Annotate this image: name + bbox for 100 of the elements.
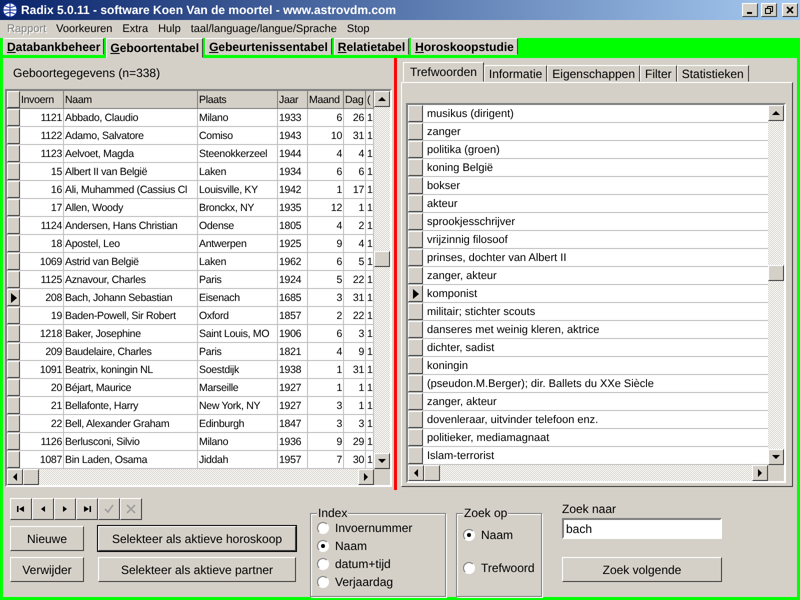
column-header[interactable]: Maand [308, 91, 344, 108]
menu-item[interactable]: taal/language/langue/Sprache [186, 23, 342, 35]
scroll-down-button[interactable] [768, 449, 784, 465]
record-selector[interactable] [408, 195, 423, 212]
minimize-button[interactable] [742, 3, 758, 17]
record-selector[interactable] [7, 307, 20, 324]
scroll-up-button[interactable] [768, 105, 784, 121]
scroll-thumb[interactable] [424, 465, 440, 481]
search-field[interactable]: bach [562, 518, 722, 539]
navigator-button[interactable] [54, 498, 76, 520]
record-selector[interactable] [408, 213, 423, 230]
record-selector[interactable] [7, 217, 20, 234]
record-selector[interactable] [7, 379, 20, 396]
record-selector[interactable] [7, 253, 20, 270]
record-selector[interactable] [408, 267, 423, 284]
record-selector[interactable] [408, 231, 423, 248]
record-selector[interactable] [7, 415, 20, 432]
tab[interactable]: Filter [640, 65, 677, 82]
select-partner-button[interactable]: Selekteer als aktieve partner [98, 557, 296, 582]
record-selector[interactable] [408, 105, 423, 122]
radio-button[interactable] [463, 529, 475, 541]
record-selector[interactable] [408, 249, 423, 266]
scroll-thumb[interactable] [374, 251, 390, 267]
tab[interactable]: Relatietabel [334, 38, 410, 55]
table-cell: 1 [344, 199, 366, 216]
navigator-button[interactable] [76, 498, 98, 520]
record-selector[interactable] [408, 159, 423, 176]
tab[interactable]: Eigenschappen [547, 65, 640, 82]
scroll-left-button[interactable] [7, 469, 23, 485]
navigator-button[interactable] [32, 498, 54, 520]
scroll-up-button[interactable] [374, 91, 390, 107]
new-button[interactable]: Nieuwe [10, 526, 84, 551]
menu-item[interactable]: Hulp [153, 23, 186, 35]
record-selector[interactable] [7, 433, 20, 450]
record-selector[interactable] [408, 303, 423, 320]
record-selector[interactable] [7, 109, 20, 126]
record-selector[interactable] [408, 123, 423, 140]
column-header[interactable]: Invoern [20, 91, 64, 108]
record-selector[interactable] [408, 393, 423, 410]
scroll-right-button[interactable] [358, 469, 374, 485]
scroll-thumb[interactable] [23, 469, 39, 485]
record-selector[interactable] [7, 163, 20, 180]
record-selector[interactable] [7, 199, 20, 216]
tab[interactable]: Informatie [484, 65, 548, 82]
radio-button[interactable] [317, 540, 329, 552]
record-selector[interactable] [408, 339, 423, 356]
column-header[interactable]: Jaar [278, 91, 308, 108]
delete-button[interactable]: Verwijder [10, 557, 84, 582]
tab[interactable]: Statistieken [676, 65, 749, 82]
menu-item[interactable]: Stop [342, 23, 375, 35]
tab[interactable]: Geboortentabel [106, 38, 204, 58]
table-cell: 1933 [278, 109, 308, 126]
navigator-button[interactable] [10, 498, 32, 520]
tab[interactable]: Trefwoorden [403, 62, 484, 82]
vertical-scrollbar[interactable] [768, 105, 784, 465]
column-header[interactable]: Plaats [198, 91, 278, 108]
record-selector[interactable] [7, 181, 20, 198]
record-selector[interactable] [7, 145, 20, 162]
scroll-left-button[interactable] [408, 465, 424, 481]
tab[interactable]: Gebeurtenissentabel [205, 38, 332, 55]
radio-button[interactable] [317, 522, 329, 534]
close-button[interactable] [782, 3, 798, 17]
column-header[interactable]: Naam [64, 91, 198, 108]
record-selector[interactable] [408, 177, 423, 194]
record-selector[interactable] [408, 429, 423, 446]
record-selector[interactable] [408, 375, 423, 392]
menu-item[interactable]: Voorkeuren [51, 23, 118, 35]
record-selector[interactable] [7, 127, 20, 144]
scroll-down-button[interactable] [374, 453, 390, 469]
record-selector[interactable] [408, 141, 423, 158]
record-selector[interactable] [7, 271, 20, 288]
radio-button[interactable] [463, 562, 475, 574]
vertical-scrollbar[interactable] [374, 91, 390, 469]
select-horoscope-button[interactable]: Selekteer als aktieve horoskoop [98, 526, 296, 551]
record-selector[interactable] [7, 451, 20, 468]
column-header[interactable]: Dag [344, 91, 366, 108]
horizontal-scrollbar[interactable] [408, 465, 784, 481]
record-selector[interactable] [408, 411, 423, 428]
radio-button[interactable] [317, 576, 329, 588]
find-next-button[interactable]: Zoek volgende [562, 557, 722, 582]
scroll-thumb[interactable] [768, 265, 784, 281]
column-header[interactable]: ( [366, 91, 374, 108]
record-selector[interactable] [408, 321, 423, 338]
table-cell: 22 [344, 271, 366, 288]
record-selector[interactable] [408, 357, 423, 374]
tab[interactable]: Databankbeheer [3, 38, 104, 55]
record-selector[interactable] [7, 397, 20, 414]
record-selector[interactable] [7, 289, 20, 306]
scroll-right-button[interactable] [752, 465, 768, 481]
record-selector[interactable] [7, 343, 20, 360]
record-selector[interactable] [7, 361, 20, 378]
menu-item[interactable]: Extra [117, 23, 154, 35]
record-selector[interactable] [408, 285, 423, 302]
restore-button[interactable] [761, 3, 777, 17]
record-selector[interactable] [7, 235, 20, 252]
record-selector[interactable] [408, 447, 423, 464]
record-selector[interactable] [7, 325, 20, 342]
tab[interactable]: Horoskoopstudie [411, 38, 518, 55]
horizontal-scrollbar[interactable] [7, 469, 390, 485]
radio-button[interactable] [317, 558, 329, 570]
